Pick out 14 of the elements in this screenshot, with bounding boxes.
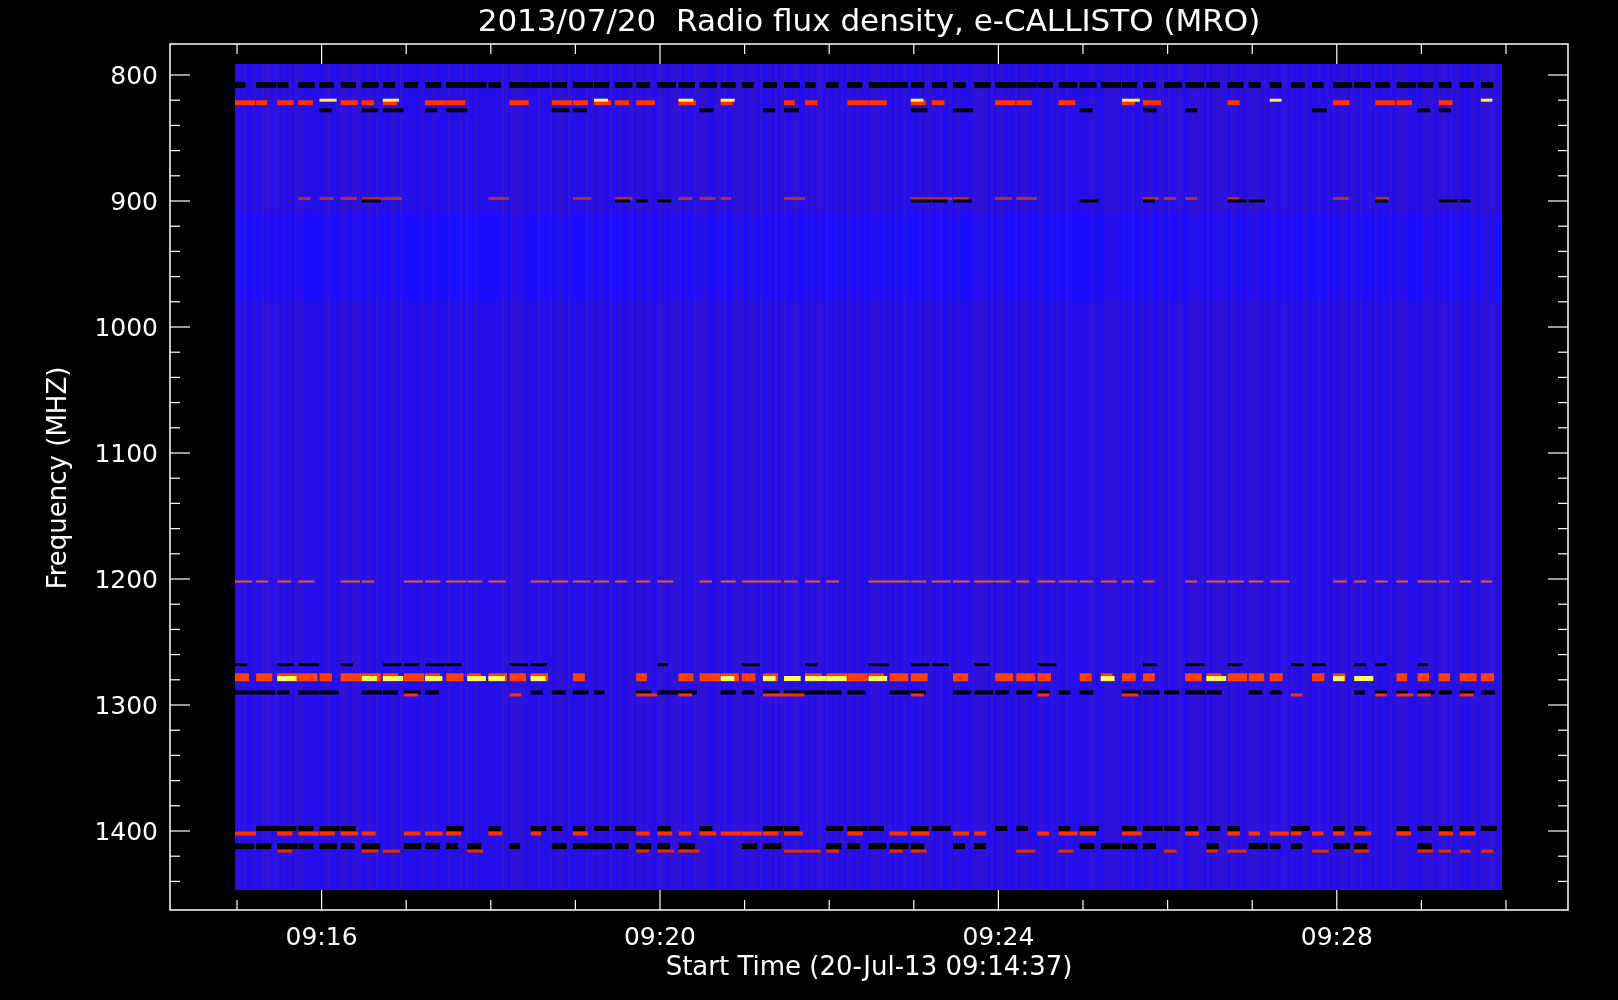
x-tick-label: 09:28 (1300, 922, 1373, 951)
y-tick-label: 900 (110, 187, 158, 216)
y-tick-label: 1100 (94, 439, 158, 468)
y-tick-label: 800 (110, 61, 158, 90)
y-tick-label: 1300 (94, 691, 158, 720)
y-tick-label: 1400 (94, 817, 158, 846)
x-axis-label: Start Time (20-Jul-13 09:14:37) (665, 951, 1073, 981)
x-tick-label: 09:16 (285, 922, 358, 951)
x-tick-label: 09:24 (962, 922, 1035, 951)
x-tick-label: 09:20 (624, 922, 696, 951)
y-tick-label: 1200 (94, 565, 158, 594)
y-tick-label: 1000 (94, 313, 158, 342)
chart-title: 2013/07/20 Radio flux density, e-CALLISTO (MRO) (477, 2, 1261, 38)
y-axis-label: Frequency (MHZ) (42, 366, 72, 590)
